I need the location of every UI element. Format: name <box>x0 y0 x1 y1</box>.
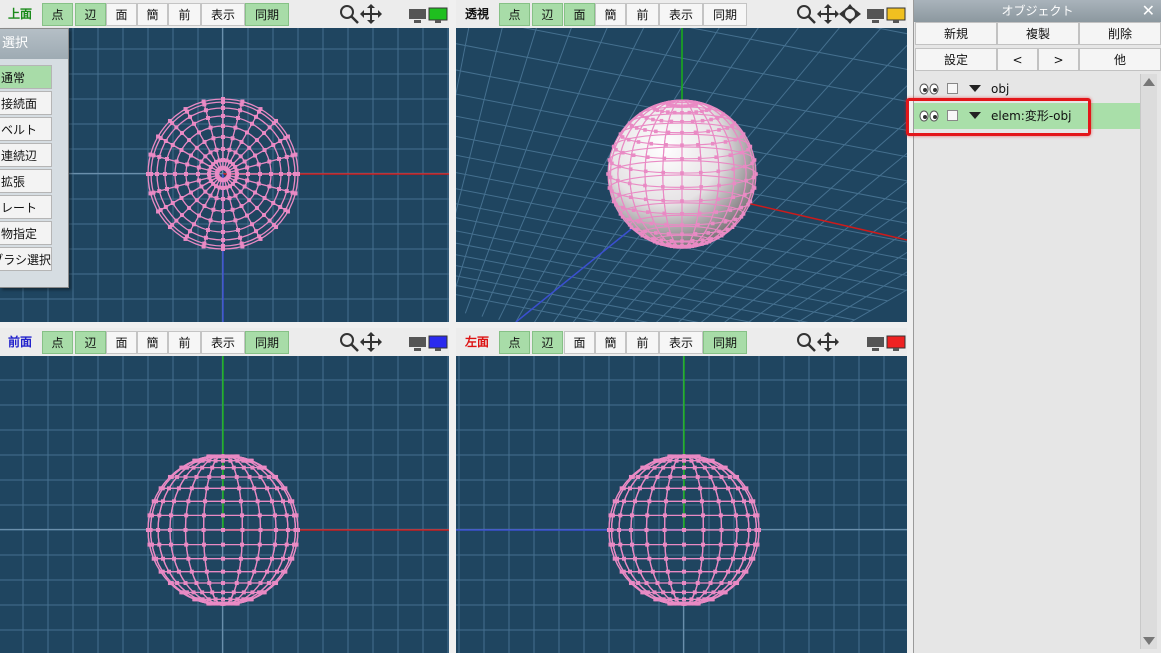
face-mode-button[interactable]: 面 <box>106 331 137 354</box>
front-button[interactable]: 前 <box>168 331 201 354</box>
edge-mode-button[interactable]: 辺 <box>532 331 563 354</box>
next-object-button[interactable]: > <box>1038 48 1079 71</box>
delete-object-button[interactable]: 削除 <box>1079 22 1161 45</box>
sync-button[interactable]: 同期 <box>245 331 289 354</box>
display-button[interactable]: 表示 <box>201 3 245 26</box>
monitor-icon[interactable] <box>408 6 448 24</box>
select-rate-button[interactable]: レート <box>0 195 52 219</box>
pan-icon[interactable] <box>817 4 839 24</box>
viewport-left[interactable]: 左面 点 辺 面 簡 前 表示 同期 <box>456 328 907 653</box>
simple-view-button[interactable]: 簡 <box>595 331 626 354</box>
monitor-icon[interactable] <box>866 334 906 352</box>
display-button[interactable]: 表示 <box>659 331 703 354</box>
pan-icon[interactable] <box>817 332 839 352</box>
perspective-view-mesh <box>456 28 907 322</box>
select-belt-button[interactable]: ベルト <box>0 117 52 141</box>
viewport-toolbar: 上面 点 辺 面 簡 前 表示 同期 <box>0 0 449 28</box>
selection-palette-title: 選択 <box>0 29 68 59</box>
edge-mode-button[interactable]: 辺 <box>75 3 106 26</box>
viewport-toolbar: 左面 点 辺 面 簡 前 表示 同期 <box>456 328 907 356</box>
monitor-icon[interactable] <box>866 6 906 24</box>
display-button[interactable]: 表示 <box>659 3 703 26</box>
other-button[interactable]: 他 <box>1079 48 1161 71</box>
zoom-icon[interactable] <box>339 332 361 352</box>
simple-view-button[interactable]: 簡 <box>137 331 168 354</box>
edge-mode-button[interactable]: 辺 <box>532 3 563 26</box>
face-mode-button[interactable]: 面 <box>564 331 595 354</box>
vertex-mode-button[interactable]: 点 <box>499 331 530 354</box>
select-normal-button[interactable]: 通常 <box>0 65 52 89</box>
scrollbar[interactable] <box>1140 74 1157 649</box>
object-list: obj elem:変形-obj <box>914 74 1142 653</box>
highlight-box <box>906 98 1091 136</box>
scroll-down-icon[interactable] <box>1143 637 1155 645</box>
select-connected-face-button[interactable]: 接続面 <box>0 91 52 115</box>
viewport-label: 前面 <box>8 335 33 349</box>
select-specified-button[interactable]: 物指定 <box>0 221 52 245</box>
front-button[interactable]: 前 <box>626 3 659 26</box>
vertex-mode-button[interactable]: 点 <box>499 3 530 26</box>
front-button[interactable]: 前 <box>626 331 659 354</box>
vertex-mode-button[interactable]: 点 <box>42 3 73 26</box>
monitor-icon[interactable] <box>408 334 448 352</box>
select-expand-button[interactable]: 拡張 <box>0 169 52 193</box>
prev-object-button[interactable]: < <box>997 48 1038 71</box>
close-icon[interactable]: ✕ <box>1142 1 1155 21</box>
viewport-label: 上面 <box>8 7 33 21</box>
selection-palette: 選択 通常 接続面 ベルト 連続辺 拡張 レート 物指定 ブラシ選択 <box>0 28 69 288</box>
zoom-icon[interactable] <box>796 4 818 24</box>
viewport-perspective[interactable]: 透視 点 辺 面 簡 前 表示 同期 <box>456 0 907 322</box>
object-panel-title: オブジェクト ✕ <box>914 0 1161 22</box>
viewport-canvas[interactable] <box>0 356 449 653</box>
lock-checkbox[interactable] <box>947 83 958 94</box>
simple-view-button[interactable]: 簡 <box>137 3 168 26</box>
expand-triangle-icon[interactable] <box>969 85 981 92</box>
viewport-label: 左面 <box>465 335 490 349</box>
viewport-toolbar: 前面 点 辺 面 簡 前 表示 同期 <box>0 328 449 356</box>
select-continuous-edge-button[interactable]: 連続辺 <box>0 143 52 167</box>
left-view-mesh <box>456 356 907 653</box>
viewport-canvas[interactable] <box>456 28 907 322</box>
sync-button[interactable]: 同期 <box>245 3 289 26</box>
vertex-mode-button[interactable]: 点 <box>42 331 73 354</box>
front-view-mesh <box>0 356 449 653</box>
face-mode-button[interactable]: 面 <box>564 3 595 26</box>
zoom-icon[interactable] <box>339 4 361 24</box>
viewport-label: 透視 <box>465 7 490 21</box>
sync-button[interactable]: 同期 <box>703 3 747 26</box>
settings-button[interactable]: 設定 <box>915 48 997 71</box>
zoom-icon[interactable] <box>796 332 818 352</box>
scroll-up-icon[interactable] <box>1143 78 1155 86</box>
face-mode-button[interactable]: 面 <box>106 3 137 26</box>
viewport-front[interactable]: 前面 点 辺 面 簡 前 表示 同期 <box>0 328 449 653</box>
rotate-icon[interactable] <box>839 4 861 24</box>
new-object-button[interactable]: 新規 <box>915 22 997 45</box>
edge-mode-button[interactable]: 辺 <box>75 331 106 354</box>
object-panel-title-text: オブジェクト <box>1001 4 1074 18</box>
pan-icon[interactable] <box>360 4 382 24</box>
duplicate-object-button[interactable]: 複製 <box>997 22 1079 45</box>
viewport-canvas[interactable] <box>456 356 907 653</box>
simple-view-button[interactable]: 簡 <box>595 3 626 26</box>
front-button[interactable]: 前 <box>168 3 201 26</box>
display-button[interactable]: 表示 <box>201 331 245 354</box>
select-brush-button[interactable]: ブラシ選択 <box>0 247 52 271</box>
sync-button[interactable]: 同期 <box>703 331 747 354</box>
viewport-toolbar: 透視 点 辺 面 簡 前 表示 同期 <box>456 0 907 28</box>
visibility-eye-icon[interactable] <box>919 83 939 95</box>
pan-icon[interactable] <box>360 332 382 352</box>
